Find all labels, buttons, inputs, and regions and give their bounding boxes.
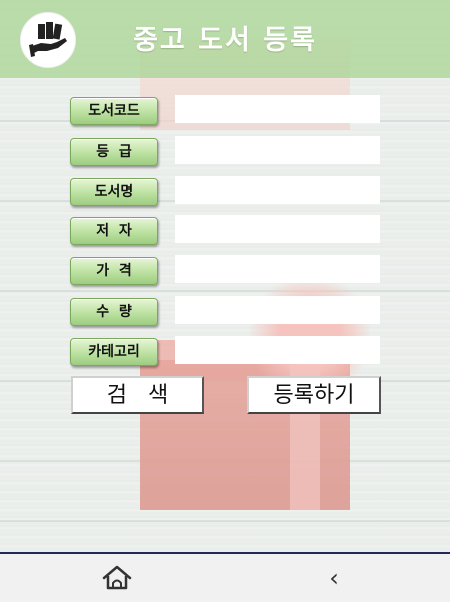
form-row-grade: 등 급	[70, 136, 382, 166]
form-row-category: 카테고리	[70, 336, 382, 366]
author-label: 저 자	[70, 217, 158, 245]
form-row-quantity: 수 량	[70, 296, 382, 326]
author-input[interactable]	[175, 215, 380, 243]
form-row-author: 저 자	[70, 215, 382, 245]
back-chevron-icon[interactable]: ‹	[322, 562, 346, 594]
book-code-input[interactable]	[175, 95, 380, 123]
page-title: 중고 도서 등록	[133, 25, 317, 56]
grade-input[interactable]	[175, 136, 380, 164]
home-icon[interactable]	[100, 561, 134, 595]
category-input[interactable]	[175, 336, 380, 364]
app-header: 중고 도서 등록	[0, 0, 450, 78]
search-button[interactable]: 검 색	[71, 376, 204, 414]
form-row-title: 도서명	[70, 176, 382, 206]
bottom-nav-bar: ‹	[0, 552, 450, 602]
quantity-label: 수 량	[70, 298, 158, 326]
price-input[interactable]	[175, 255, 380, 283]
category-label: 카테고리	[70, 338, 158, 366]
form-row-price: 가 격	[70, 255, 382, 285]
book-code-label: 도서코드	[70, 97, 158, 125]
quantity-input[interactable]	[175, 296, 380, 324]
form-row-book-code: 도서코드	[70, 95, 382, 125]
book-title-input[interactable]	[175, 176, 380, 204]
price-label: 가 격	[70, 257, 158, 285]
register-button[interactable]: 등록하기	[247, 376, 381, 414]
book-title-label: 도서명	[70, 178, 158, 206]
grade-label: 등 급	[70, 138, 158, 166]
